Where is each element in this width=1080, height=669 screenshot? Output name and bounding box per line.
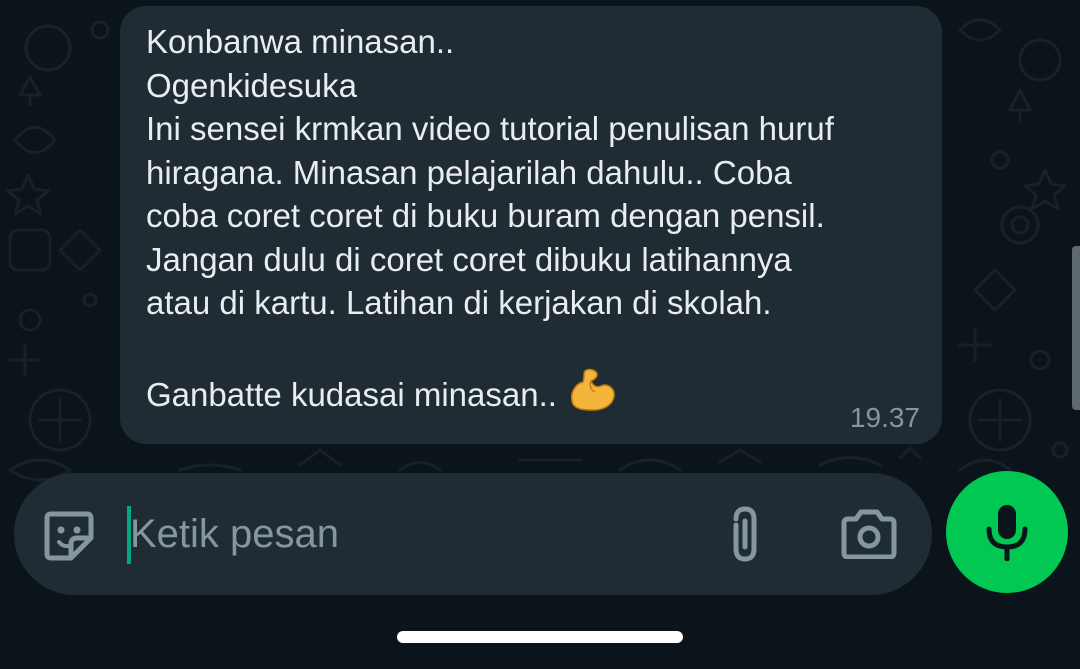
message-composer (14, 473, 932, 595)
message-line: Ganbatte kudasai minasan.. (146, 376, 557, 413)
incoming-message-bubble[interactable]: Konbanwa minasan.. Ogenkidesuka Ini sens… (120, 6, 942, 444)
message-line: Ogenkidesuka (146, 66, 357, 104)
home-gesture-handle[interactable] (397, 631, 683, 643)
message-input[interactable] (130, 503, 690, 565)
attach-button[interactable] (718, 503, 772, 565)
sticker-icon (44, 511, 94, 561)
message-last-line: Ganbatte kudasai minasan.. (146, 368, 918, 423)
system-navigation-bar (0, 605, 1080, 669)
message-line: coba coret coret di buku buram dengan pe… (146, 197, 825, 234)
message-blank-line (146, 325, 918, 369)
message-line: atau di kartu. Latihan di kerjakan di sk… (146, 284, 772, 321)
voice-record-button[interactable] (946, 471, 1068, 593)
sticker-button[interactable] (41, 508, 97, 564)
message-timestamp: 19.37 (849, 402, 920, 433)
camera-button[interactable] (840, 509, 898, 560)
chat-area[interactable]: Konbanwa minasan.. Ogenkidesuka Ini sens… (0, 0, 1080, 605)
scroll-edge-indicator (1072, 246, 1080, 410)
message-line: Ini sensei krmkan video tutorial penulis… (146, 110, 834, 147)
paperclip-icon (733, 506, 757, 562)
flexed-biceps-emoji (567, 368, 617, 423)
camera-icon (841, 509, 897, 560)
message-line: Jangan dulu di coret coret dibuku latiha… (146, 240, 792, 278)
message-line: hiragana. Minasan pelajarilah dahulu.. C… (146, 153, 792, 191)
message-line: Konbanwa minasan.. (146, 23, 455, 60)
microphone-icon (986, 505, 1028, 561)
